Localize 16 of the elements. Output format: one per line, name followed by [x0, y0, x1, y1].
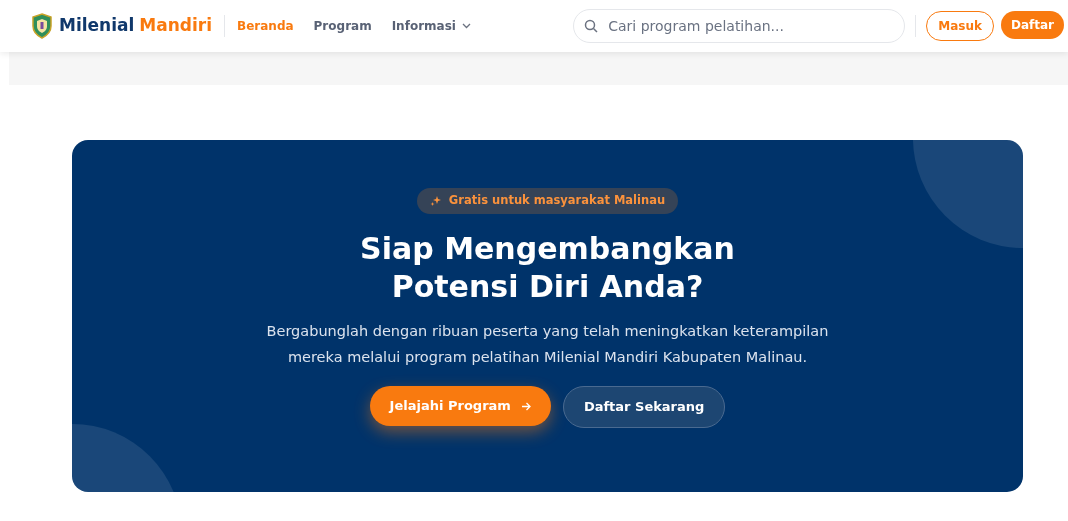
search-icon	[584, 19, 599, 33]
nav-link[interactable]: Beranda	[237, 17, 294, 35]
info-badge: Gratis untuk masyarakat Malinau	[416, 188, 679, 214]
brand-name[interactable]: Milenial	[59, 13, 135, 39]
nav-link[interactable]: Informasi	[391, 17, 471, 35]
explore-button[interactable]: Jelajahi Program	[369, 386, 551, 426]
login-button[interactable]: Masuk	[926, 11, 994, 41]
register-button[interactable]: Daftar	[1000, 11, 1064, 39]
register-button[interactable]: Daftar Sekarang	[562, 386, 726, 428]
sparkles-icon	[429, 195, 442, 207]
search-field[interactable]: Cari program pelatihan...	[573, 9, 906, 43]
brand-name[interactable]: Mandiri	[139, 13, 213, 39]
cta-title: Siap Mengembangkan Potensi Diri Anda?	[360, 230, 735, 306]
shield-logo-icon	[32, 13, 52, 39]
nav-link[interactable]: Program	[313, 17, 372, 35]
cta-description: Bergabunglah dengan ribuan peserta yang telah meningkatkan keterampilan mereka melalui program pelatihan Milenial Mandiri Kabupaten Malinau.	[265, 322, 830, 367]
